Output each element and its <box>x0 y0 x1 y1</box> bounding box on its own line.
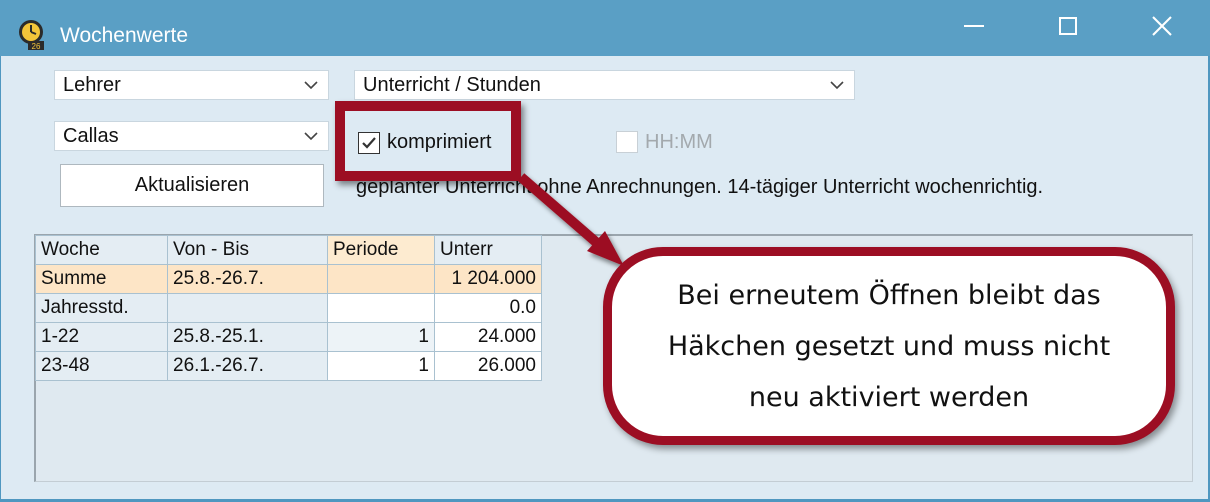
wochenwerte-window: 26 Wochenwerte Lehrer Unterricht / Stund… <box>0 0 1210 502</box>
callout-line: Häkchen gesetzt und muss nicht <box>667 330 1111 362</box>
callout-bubble: Bei erneutem Öffnen bleibt das Häkchen g… <box>603 247 1175 445</box>
callout-line: Bei erneutem Öffnen bleibt das <box>677 279 1101 311</box>
callout-text: Bei erneutem Öffnen bleibt das Häkchen g… <box>654 270 1124 423</box>
callout-line: neu aktiviert werden <box>748 381 1030 413</box>
